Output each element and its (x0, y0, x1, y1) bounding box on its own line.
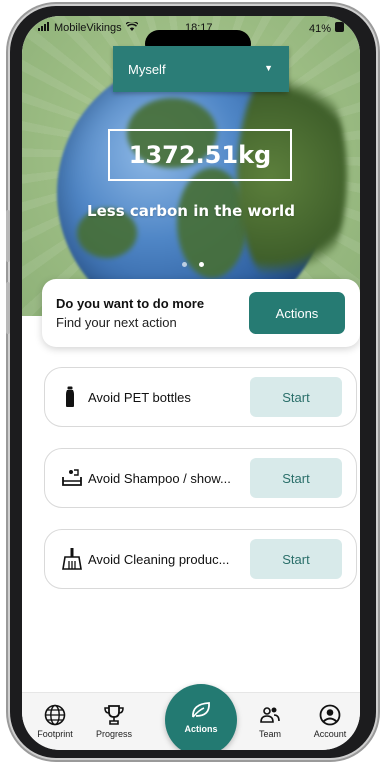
tab-progress[interactable]: Progress (84, 704, 144, 739)
tab-actions-label: Actions (184, 724, 218, 734)
carrier-name: MobileVikings (54, 22, 122, 34)
action-card-cleaning[interactable]: Avoid Cleaning produc... Start (44, 529, 357, 589)
team-icon (260, 707, 280, 723)
carbon-value: 1372.51kg (128, 141, 272, 169)
carbon-value-box: 1372.51kg (108, 129, 292, 181)
profile-dropdown-value: Myself (128, 62, 166, 77)
profile-dropdown[interactable]: Myself ▼ (113, 46, 289, 92)
start-button[interactable]: Start (250, 458, 342, 498)
tab-account[interactable]: Account (300, 704, 360, 739)
start-button[interactable]: Start (250, 539, 342, 579)
leaf-icon (192, 702, 210, 718)
volume-button (6, 282, 10, 334)
more-actions-card: Do you want to do more Find your next ac… (42, 279, 360, 347)
signal-icon (38, 22, 50, 34)
trophy-icon (104, 705, 124, 725)
hero-banner[interactable]: MobileVikings 18:17 41% Myself ▼ 1372.51… (22, 16, 360, 316)
action-card-pet-bottles[interactable]: Avoid PET bottles Start (44, 367, 357, 427)
broom-icon (61, 548, 83, 570)
action-title: Avoid Shampoo / show... (88, 471, 231, 486)
action-title: Avoid Cleaning produc... (88, 552, 230, 567)
battery-percent: 41% (308, 22, 331, 35)
battery-icon (335, 22, 344, 35)
more-card-subtitle: Find your next action (56, 315, 177, 330)
app-screen: MobileVikings 18:17 41% Myself ▼ 1372.51… (22, 16, 360, 750)
shampoo-icon (61, 467, 83, 489)
tab-footprint[interactable]: Footprint (25, 704, 85, 739)
start-button[interactable]: Start (250, 377, 342, 417)
tab-actions[interactable]: Actions (165, 684, 237, 750)
carousel-dot[interactable] (182, 262, 187, 267)
actions-button[interactable]: Actions (249, 292, 345, 334)
action-title: Avoid PET bottles (88, 390, 191, 405)
tab-account-label: Account (313, 729, 347, 739)
tab-team-label: Team (258, 729, 281, 739)
carousel-dots[interactable] (182, 262, 204, 267)
volume-button (6, 210, 10, 262)
bottle-icon (61, 386, 83, 408)
action-card-shampoo[interactable]: Avoid Shampoo / show... Start (44, 448, 357, 508)
account-icon (319, 704, 341, 726)
globe-icon (44, 704, 66, 726)
hero-tagline: Less carbon in the world (87, 202, 295, 220)
wifi-icon (125, 20, 139, 34)
more-card-title: Do you want to do more (56, 296, 205, 311)
carousel-dot-active[interactable] (199, 262, 204, 267)
tab-footprint-label: Footprint (37, 729, 73, 739)
caret-down-icon: ▼ (264, 63, 273, 73)
tab-team[interactable]: Team (240, 704, 300, 739)
tab-progress-label: Progress (95, 729, 132, 739)
